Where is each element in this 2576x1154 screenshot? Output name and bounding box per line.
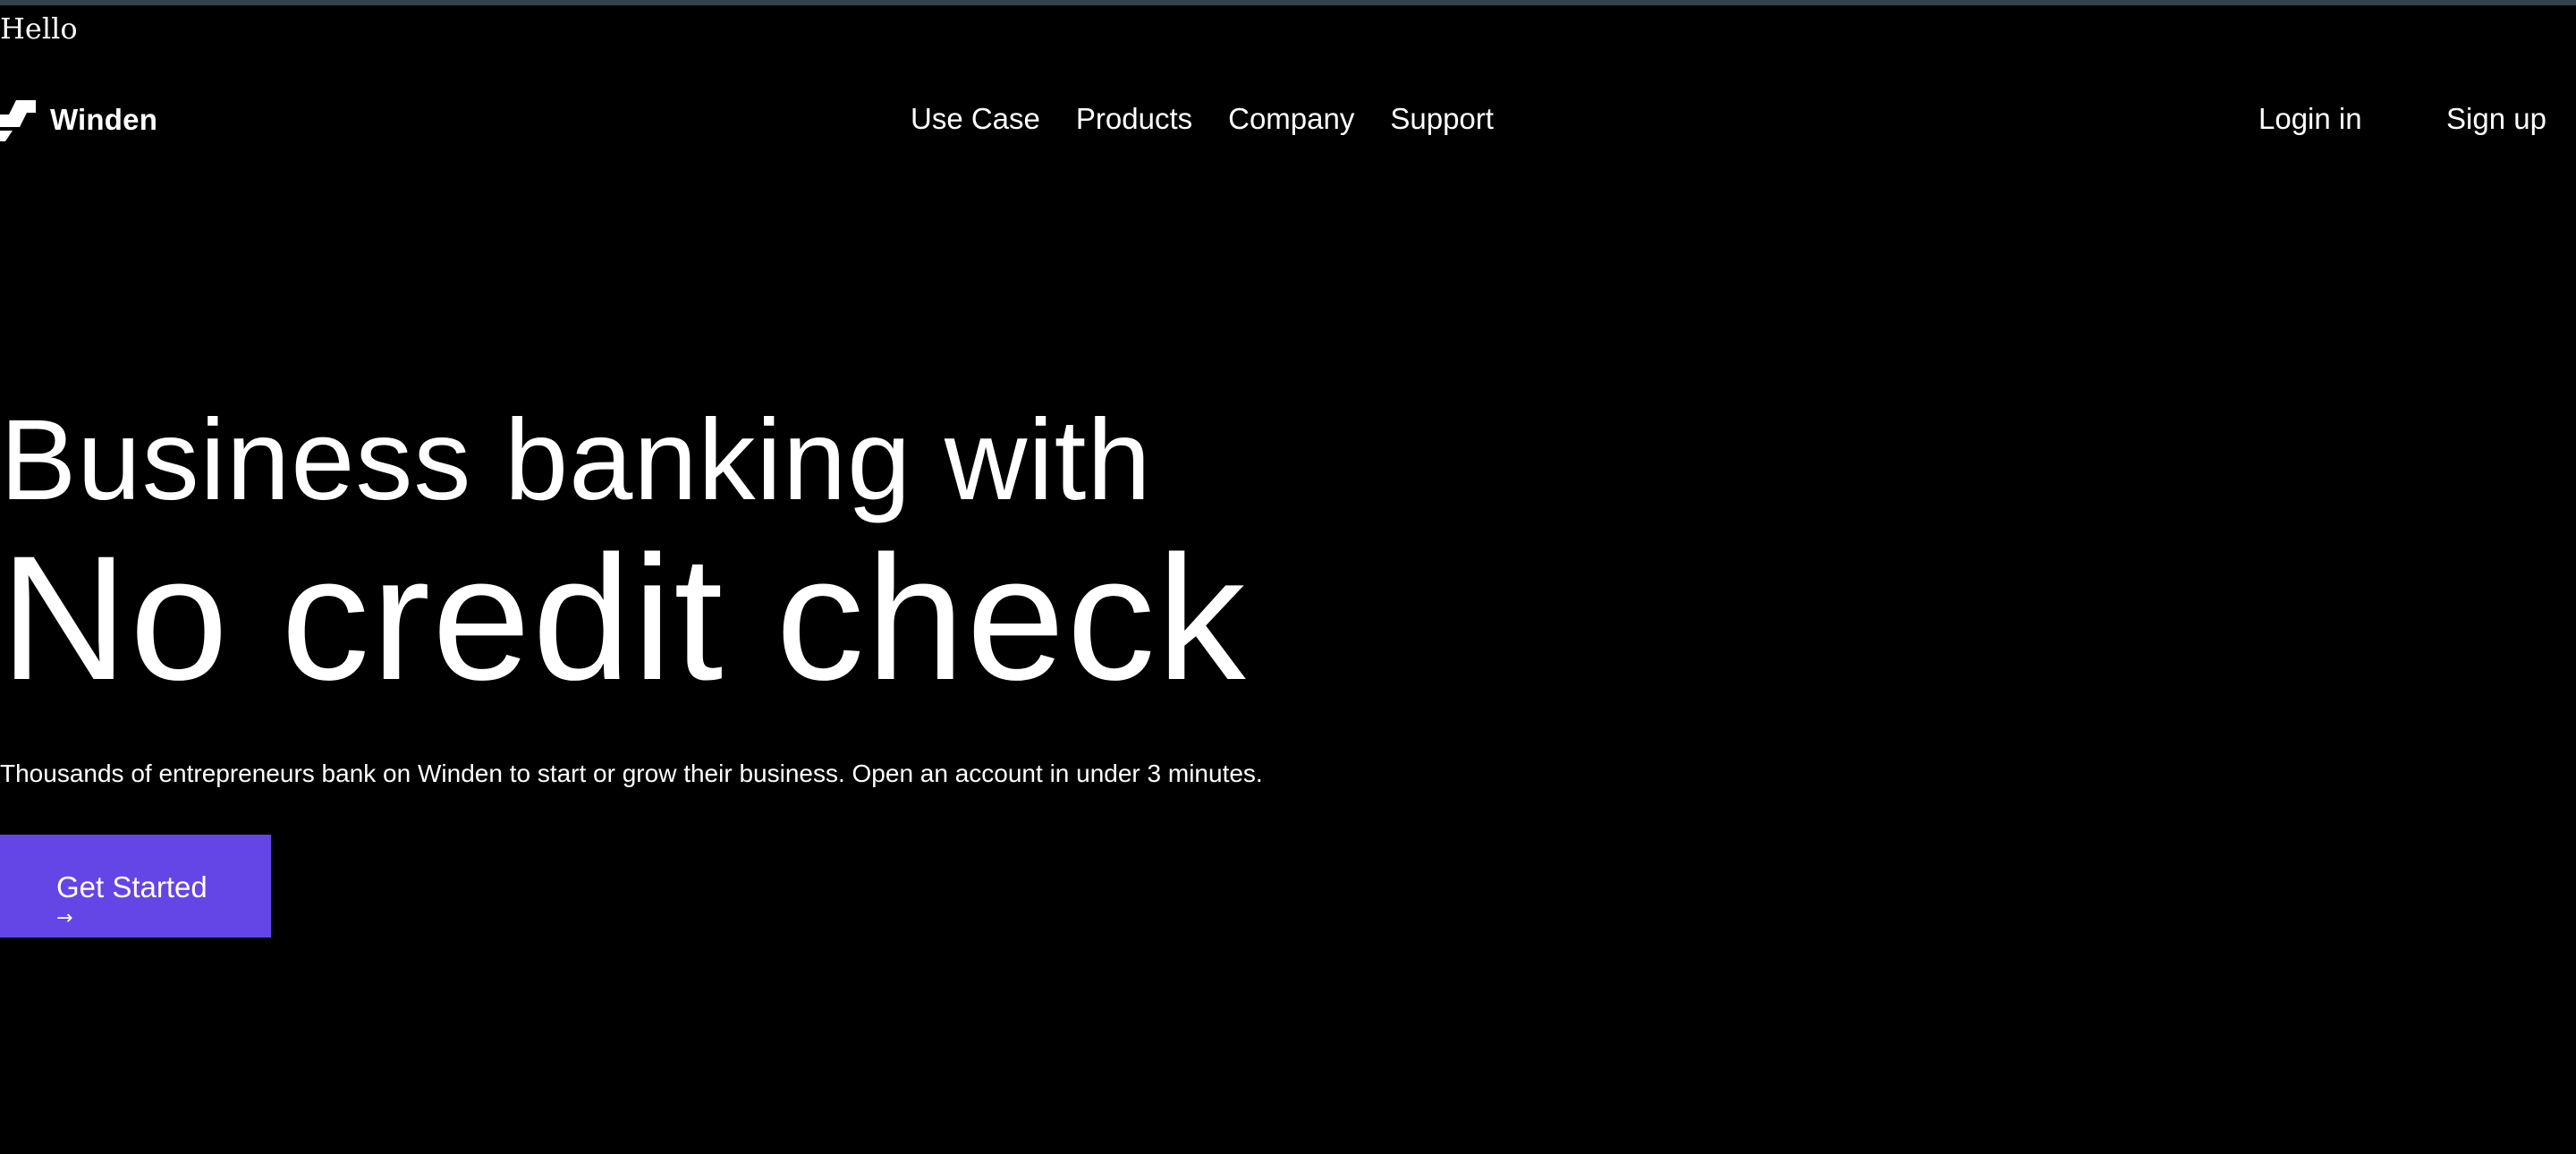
signup-link[interactable]: Sign up [2446, 102, 2546, 136]
primary-nav: Use Case Products Company Support [911, 102, 1494, 136]
nav-item-company[interactable]: Company [1228, 102, 1354, 136]
hero-subtitle: Thousands of entrepreneurs bank on Winde… [0, 759, 1263, 787]
greeting-text: Hello [0, 12, 78, 46]
login-link[interactable]: Login in [2258, 102, 2362, 136]
brand-home-link[interactable]: Winden [0, 97, 157, 143]
get-started-label: Get Started [56, 870, 208, 904]
nav-item-products[interactable]: Products [1076, 102, 1192, 136]
hero-headline-line-2: No credit check [0, 519, 1248, 717]
brand-name: Winden [50, 103, 158, 136]
get-started-button[interactable]: Get Started → [0, 835, 271, 938]
top-border [0, 0, 2576, 5]
winden-logo-icon [0, 100, 36, 141]
nav-item-use-case[interactable]: Use Case [911, 102, 1040, 136]
arrow-right-icon: → [56, 906, 73, 929]
nav-item-support[interactable]: Support [1390, 102, 1494, 136]
navbar: Winden Use Case Products Company Support… [0, 89, 2576, 152]
hero-headline-line-1: Business banking with [0, 396, 1152, 524]
